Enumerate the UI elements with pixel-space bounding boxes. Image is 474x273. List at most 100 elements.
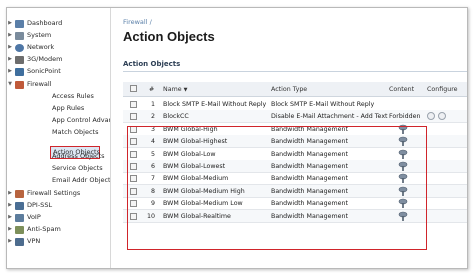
sort-desc-icon: ▼ [183,87,188,93]
sidebar-item-access-rules[interactable]: Access Rules [52,91,94,102]
column-header-configure: Configure [427,86,458,93]
row-name: BWM Global-Low [163,150,216,158]
sidebar-item-system[interactable]: ▶ System [7,30,51,41]
expand-arrow-icon[interactable]: ▶ [7,54,13,65]
section-title: Action Objects [123,60,181,68]
row-checkbox[interactable] [130,125,137,133]
app-window: ▶ Dashboard ▶ System ▶ Network ▶ 3G/Mode… [6,7,468,269]
sonicpoint-icon [15,67,24,76]
column-header-action-type[interactable]: Action Type [271,86,307,93]
row-checkbox[interactable] [130,187,137,195]
row-checkbox[interactable] [130,175,137,183]
column-header-name-label: Name [163,86,182,93]
table-row[interactable]: 6 BWM Global-Lowest Bandwidth Management [123,160,467,173]
row-action-type: Bandwidth Management [271,150,349,158]
row-number: 2 [150,113,155,121]
sidebar-item-label: SonicPoint [27,67,61,75]
expand-arrow-icon[interactable]: ▶ [7,224,13,235]
firewall-icon [15,80,24,89]
expand-arrow-icon[interactable]: ▶ [7,66,13,77]
row-action-type: Disable E-Mail Attachment - Add Text [271,113,388,121]
sidebar-item-label: System [27,31,52,39]
sidebar-item-app-rules[interactable]: App Rules [52,103,84,114]
breadcrumb[interactable]: Firewall / [123,18,152,26]
column-header-number[interactable]: # [149,86,154,93]
row-action-type: Bandwidth Management [271,138,349,146]
column-header-name[interactable]: Name ▼ [163,86,187,93]
row-action-type: Bandwidth Management [271,163,349,170]
row-name: BWM Global-High [163,125,218,133]
table-row[interactable]: 5 BWM Global-Low Bandwidth Management [123,148,467,161]
page-title: Action Objects [123,29,215,44]
row-name: Block SMTP E-Mail Without Reply [163,101,267,108]
table-row[interactable]: 1 Block SMTP E-Mail Without Reply Block SM… [123,98,467,111]
sidebar-item-sonicpoint[interactable]: ▶ SonicPoint [7,66,61,77]
sidebar-item-service-objects[interactable]: Service Objects [52,163,103,174]
sidebar-item-email-addr-objects[interactable]: Email Addr Objects [52,175,110,186]
sidebar-item-label: DPI-SSL [27,201,53,209]
row-checkbox[interactable] [130,212,137,220]
row-checkbox[interactable] [130,101,137,108]
row-action-type: Bandwidth Management [271,125,349,133]
row-number: 3 [150,125,155,133]
sidebar-item-address-objects[interactable]: Address Objects [52,151,105,162]
bandwidth-management-icon [398,136,408,147]
table-row[interactable]: 4 BWM Global-Highest Bandwidth Management [123,135,467,149]
sidebar-item-label: VPN [27,237,41,245]
row-checkbox[interactable] [130,200,137,208]
row-action-type: Bandwidth Management [271,200,349,208]
sidebar-item-network[interactable]: ▶ Network [7,42,54,53]
edit-button[interactable] [427,112,435,121]
sidebar-item-label: Network [27,43,55,51]
row-action-type: Block SMTP E-Mail Without Reply [271,101,375,108]
row-name: BWM Global-Medium High [163,187,245,195]
expand-arrow-icon[interactable]: ▶ [7,212,13,223]
collapse-arrow-icon[interactable]: ▼ [7,79,13,90]
table-row[interactable]: 8 BWM Global-Medium High Bandwidth Managem… [123,184,467,198]
bandwidth-management-icon [398,161,408,171]
delete-button[interactable] [438,112,446,121]
sidebar-item-dashboard[interactable]: ▶ Dashboard [7,18,62,29]
sidebar-item-label: Firewall [27,80,52,88]
row-checkbox[interactable] [130,113,137,121]
table-row[interactable]: 10 BWM Global-Realtime Bandwidth Managemen… [123,209,467,223]
table-row[interactable]: 7 BWM Global-Medium Bandwidth Management [123,172,467,186]
sidebar-item-label: Dashboard [27,19,63,27]
sidebar-item-firewall-settings[interactable]: ▶ Firewall Settings [7,188,80,199]
row-name: BWM Global-Highest [163,138,228,146]
bandwidth-management-icon [398,186,408,196]
sidebar-item-match-objects[interactable]: Match Objects [52,127,98,138]
expand-arrow-icon[interactable]: ▶ [7,188,13,199]
row-checkbox[interactable] [130,150,137,158]
sidebar-item-anti-spam[interactable]: ▶ Anti-Spam [7,224,61,235]
dpi-ssl-icon [15,201,24,210]
expand-arrow-icon[interactable]: ▶ [7,30,13,41]
column-header-content[interactable]: Content [389,86,414,93]
row-number: 7 [150,175,155,183]
row-number: 1 [150,101,155,108]
row-action-type: Bandwidth Management [271,212,349,220]
table-row[interactable]: 2 BlockCC Disable E-Mail Attachment - Add … [123,110,467,124]
select-all-checkbox[interactable] [130,85,137,92]
sidebar-item-firewall[interactable]: ▼ Firewall [7,79,52,90]
row-action-type: Bandwidth Management [271,175,349,183]
expand-arrow-icon[interactable]: ▶ [7,236,13,247]
bandwidth-management-icon [398,124,408,134]
expand-arrow-icon[interactable]: ▶ [7,200,13,211]
row-checkbox[interactable] [130,138,137,146]
table-row[interactable]: 3 BWM Global-High Bandwidth Management [123,123,467,136]
table-row[interactable]: 9 BWM Global-Medium Low Bandwidth Manageme… [123,197,467,211]
sidebar-item-app-control-advanced[interactable]: App Control Advanced [52,115,110,126]
row-number: 6 [150,163,155,170]
modem-icon [15,55,24,64]
voip-icon [15,213,24,222]
sidebar-item-voip[interactable]: ▶ VoIP [7,212,41,223]
sidebar-item-vpn[interactable]: ▶ VPN [7,236,40,247]
sidebar-item-dpi-ssl[interactable]: ▶ DPI-SSL [7,200,52,211]
row-number: 9 [150,200,155,208]
sidebar-item-3g-modem[interactable]: ▶ 3G/Modem [7,54,62,65]
row-checkbox[interactable] [130,163,137,170]
row-action-type: Bandwidth Management [271,187,349,195]
expand-arrow-icon[interactable]: ▶ [7,18,13,29]
expand-arrow-icon[interactable]: ▶ [7,42,13,53]
